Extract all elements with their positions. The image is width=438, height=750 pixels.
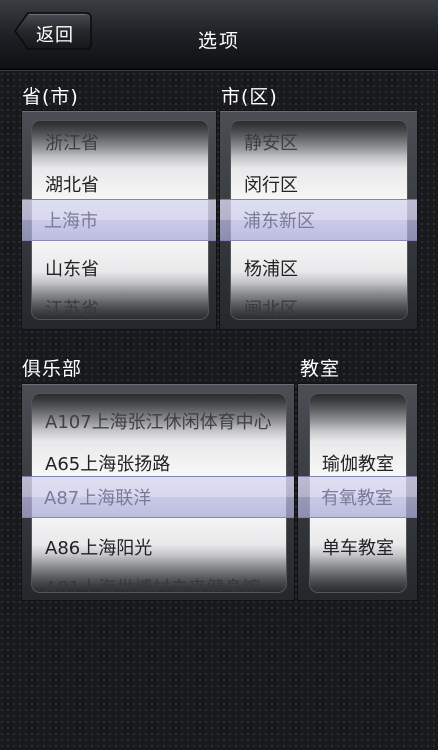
- room-label: 教室: [300, 358, 341, 380]
- picker-item[interactable]: 杨浦区: [231, 247, 407, 289]
- province-label: 省(市): [22, 86, 79, 108]
- page-title: 选项: [197, 30, 240, 52]
- picker-item[interactable]: 瑜伽教室: [310, 442, 406, 484]
- picker-item[interactable]: 江苏省: [32, 287, 208, 319]
- picker-item[interactable]: 浙江省: [32, 121, 208, 163]
- city-picker[interactable]: 静安区 闵行区 杨浦区 闸北区: [230, 120, 408, 320]
- picker-shade-top: [310, 394, 406, 430]
- room-picker-frame: 瑜伽教室 单车教室 有氧教室: [297, 383, 418, 601]
- club-picker-frame: A107上海张江休闲体育中心 A65上海张扬路 A86上海阳光 A81上海世博村…: [21, 383, 295, 601]
- picker-item[interactable]: 静安区: [231, 121, 407, 163]
- picker-item[interactable]: A107上海张江休闲体育中心: [32, 400, 286, 442]
- province-picker-frame: 浙江省 湖北省 山东省 江苏省 上海市: [21, 110, 217, 330]
- picker-item[interactable]: 闵行区: [231, 163, 407, 205]
- navigation-bar: 返回 选项: [0, 0, 438, 70]
- picker-item[interactable]: 湖北省: [32, 163, 208, 205]
- province-picker[interactable]: 浙江省 湖北省 山东省 江苏省: [31, 120, 209, 320]
- city-label: 市(区): [221, 86, 278, 108]
- club-picker[interactable]: A107上海张江休闲体育中心 A65上海张扬路 A86上海阳光 A81上海世博村…: [31, 393, 287, 593]
- picker-item[interactable]: A86上海阳光: [32, 526, 286, 568]
- picker-item[interactable]: A65上海张扬路: [32, 442, 286, 484]
- picker-item[interactable]: A81上海世博村未来健身馆: [32, 566, 286, 592]
- city-picker-frame: 静安区 闵行区 杨浦区 闸北区 浦东新区: [219, 110, 418, 330]
- picker-item[interactable]: 单车教室: [310, 526, 406, 568]
- club-label: 俱乐部: [22, 358, 83, 380]
- picker-item[interactable]: 山东省: [32, 247, 208, 289]
- picker-item[interactable]: 闸北区: [231, 287, 407, 319]
- room-picker[interactable]: 瑜伽教室 单车教室: [309, 393, 407, 593]
